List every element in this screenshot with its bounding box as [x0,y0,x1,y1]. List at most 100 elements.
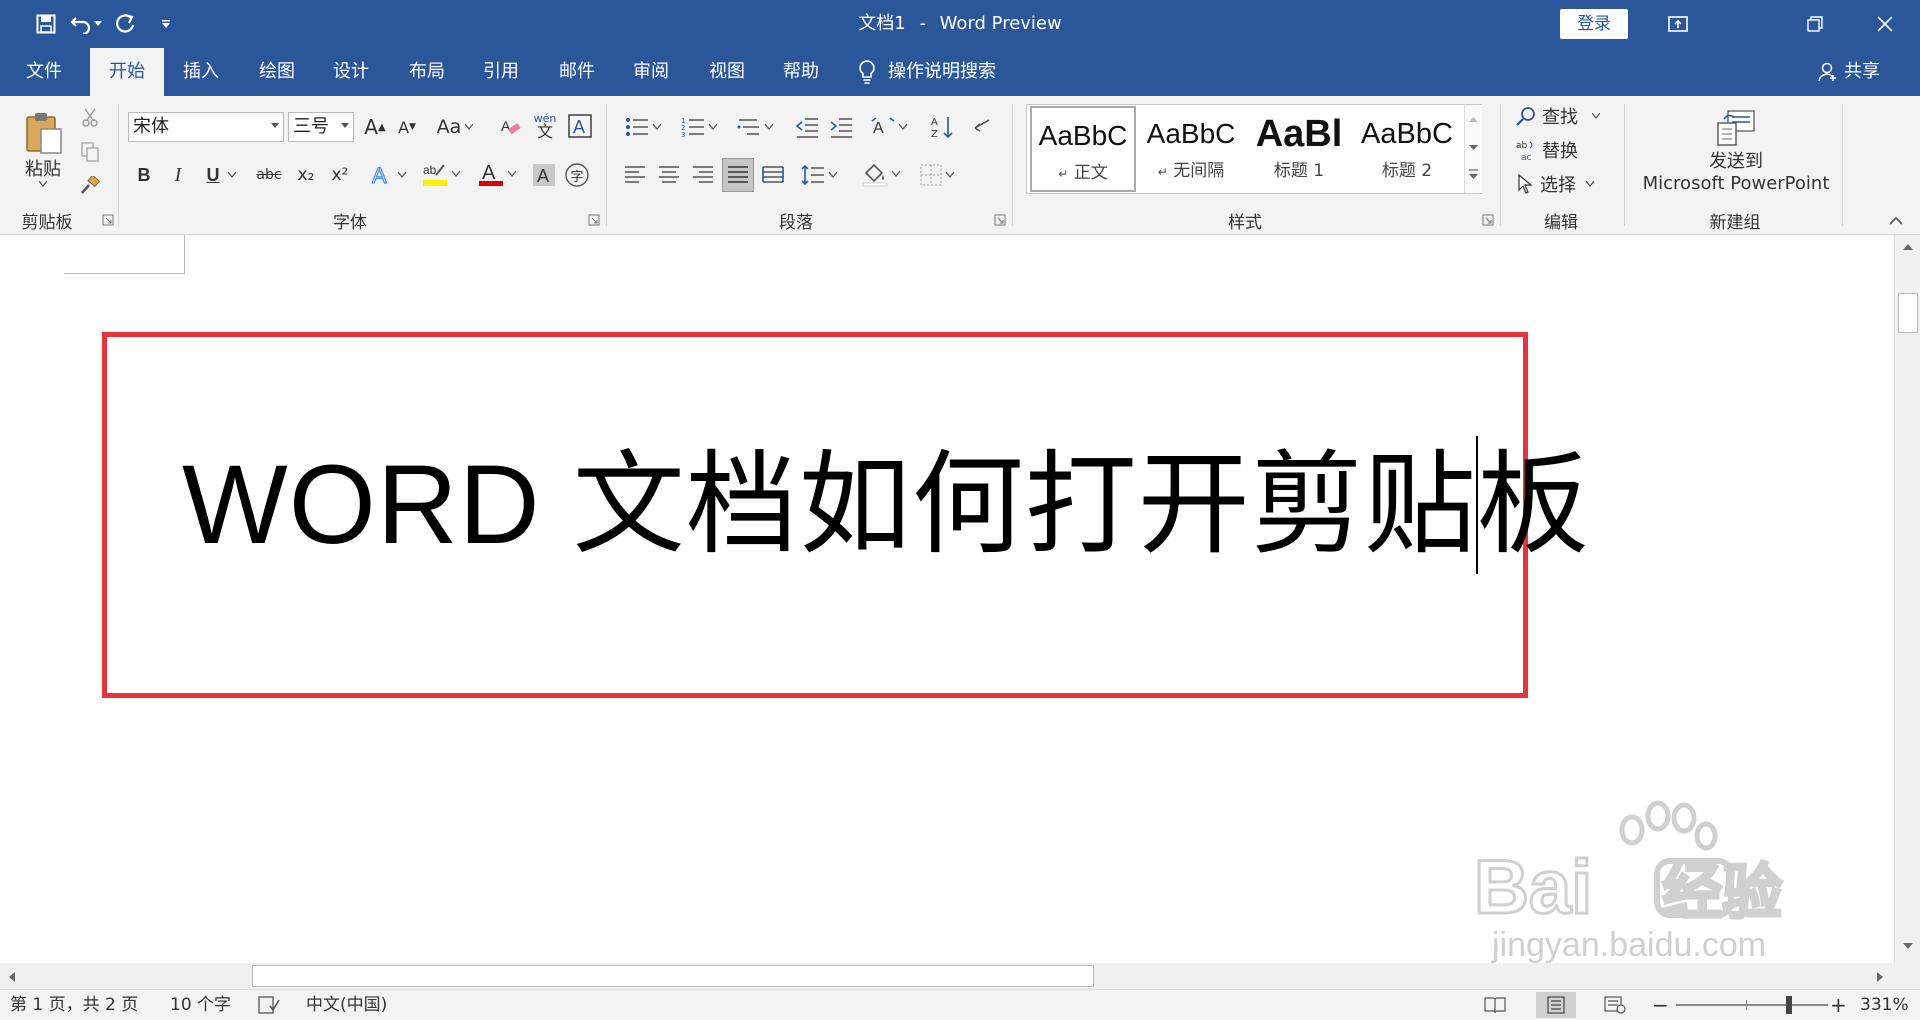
numbering-button[interactable]: 123 [676,112,722,142]
distributed-icon[interactable] [758,160,788,190]
underline-button[interactable]: U [198,160,244,190]
proofing-icon[interactable] [258,996,280,1014]
multilevel-list-button[interactable] [732,112,778,142]
word-count[interactable]: 10 个字 [170,990,231,1020]
tab-draw[interactable]: 绘图 [240,48,314,96]
scroll-up-icon[interactable] [1465,105,1482,133]
superscript-button[interactable]: x² [326,160,354,190]
tab-references[interactable]: 引用 [464,48,538,96]
replace-button[interactable]: ab ac 替换 [1516,136,1608,164]
document-heading[interactable]: WORD 文档如何打开剪贴板 [182,440,1590,570]
show-marks-icon[interactable] [966,112,996,142]
font-name-combo[interactable]: 宋体 [128,112,284,142]
collapse-ribbon-icon[interactable] [1888,216,1904,226]
scroll-down-icon[interactable] [1465,133,1482,161]
phonetic-guide-button[interactable]: wén 文 [530,108,560,142]
align-center-icon[interactable] [654,160,684,190]
line-spacing-button[interactable] [796,160,842,190]
send-label-line1: 发送到 [1709,151,1763,172]
italic-button[interactable]: I [164,160,192,190]
enclose-characters-button[interactable]: 字 [562,160,592,190]
zoom-in-button[interactable]: + [1830,990,1847,1020]
shading-button[interactable] [858,158,904,190]
scroll-up-icon[interactable] [1902,243,1914,251]
web-layout-icon[interactable] [1604,996,1626,1014]
tab-help[interactable]: 帮助 [764,48,838,96]
find-button[interactable]: 查找 [1516,102,1608,130]
sort-icon[interactable]: AZ [928,112,958,142]
language-indicator[interactable]: 中文(中国) [306,990,387,1020]
close-icon[interactable] [1855,0,1915,48]
tab-layout[interactable]: 布局 [390,48,464,96]
tab-design[interactable]: 设计 [314,48,388,96]
justify-icon[interactable] [722,158,754,192]
styles-launcher-icon[interactable] [1482,214,1494,226]
page-info[interactable]: 第 1 页，共 2 页 [10,990,138,1020]
highlight-color-button[interactable]: ab [418,158,464,190]
gallery-more-icon[interactable] [1465,161,1482,189]
bullets-button[interactable] [620,112,666,142]
character-border-icon[interactable]: A [566,112,594,140]
align-left-icon[interactable] [620,160,650,190]
scroll-corner [1894,963,1920,989]
align-right-icon[interactable] [688,160,718,190]
text-effects-button[interactable]: A [366,160,410,190]
group-separator [1500,104,1501,226]
increase-indent-icon[interactable] [826,112,856,142]
character-shading-icon[interactable]: A [530,160,558,190]
style-normal[interactable]: AaBbC ↵ 正文 [1030,106,1136,192]
font-size-combo[interactable]: 三号 [288,112,354,142]
tab-home[interactable]: 开始 [90,48,164,96]
horizontal-scroll-thumb[interactable] [252,965,1094,987]
login-button[interactable]: 登录 [1560,9,1628,39]
shrink-font-button[interactable]: A ▼ [394,112,420,142]
horizontal-scrollbar[interactable] [0,963,1894,989]
read-mode-icon[interactable] [1484,996,1506,1014]
zoom-level[interactable]: 331% [1860,990,1909,1020]
ribbon-display-icon[interactable] [1648,0,1708,48]
zoom-slider-track[interactable] [1676,1004,1828,1006]
styles-group-label: 样式 [1228,213,1262,233]
paste-button[interactable]: 粘贴 [16,104,70,194]
scroll-down-icon[interactable] [1902,942,1914,950]
send-label-line2: Microsoft PowerPoint [1642,173,1830,194]
chinese-layout-button[interactable]: A [866,112,912,142]
bold-button[interactable]: B [130,160,158,190]
share-button[interactable]: 共享 [1818,48,1908,96]
send-to-powerpoint-button[interactable]: 发送到 Microsoft PowerPoint [1636,104,1836,200]
tell-me-search[interactable]: 操作说明搜索 [858,48,1038,96]
style-heading-2[interactable]: AaBbC 标题 2 [1354,106,1460,192]
zoom-slider-thumb[interactable] [1786,996,1792,1014]
style-heading-1[interactable]: AaBl 标题 1 [1246,106,1352,192]
grow-font-button[interactable]: A ▲ [362,112,388,142]
copy-icon[interactable] [78,140,102,164]
tab-mailings[interactable]: 邮件 [540,48,614,96]
paragraph-launcher-icon[interactable] [994,214,1006,226]
vertical-scrollbar[interactable] [1894,235,1920,963]
paste-label: 粘贴 [25,159,61,180]
change-case-button[interactable]: Aa [432,112,478,142]
print-layout-button[interactable] [1536,992,1576,1018]
tab-view[interactable]: 视图 [690,48,764,96]
chevron-down-icon [899,124,907,130]
vertical-scroll-thumb[interactable] [1898,293,1918,333]
clipboard-launcher-icon[interactable] [102,214,114,226]
font-color-button[interactable]: A [474,158,520,190]
cut-icon[interactable] [78,106,102,130]
scroll-left-icon[interactable] [8,971,16,983]
format-painter-icon[interactable] [78,174,102,198]
subscript-button[interactable]: x₂ [292,160,320,190]
tab-insert[interactable]: 插入 [164,48,238,96]
font-launcher-icon[interactable] [588,214,600,226]
zoom-out-button[interactable]: − [1652,990,1669,1020]
scroll-right-icon[interactable] [1876,971,1884,983]
strikethrough-button[interactable]: abc [252,160,286,190]
tab-review[interactable]: 审阅 [614,48,688,96]
decrease-indent-icon[interactable] [792,112,822,142]
restore-icon[interactable] [1785,0,1845,48]
style-no-spacing[interactable]: AaBbC ↵ 无间隔 [1138,106,1244,192]
tab-file[interactable]: 文件 [6,48,82,96]
borders-button[interactable] [914,160,960,190]
clear-formatting-icon[interactable]: A [496,112,526,142]
select-button[interactable]: 选择 [1516,170,1608,198]
